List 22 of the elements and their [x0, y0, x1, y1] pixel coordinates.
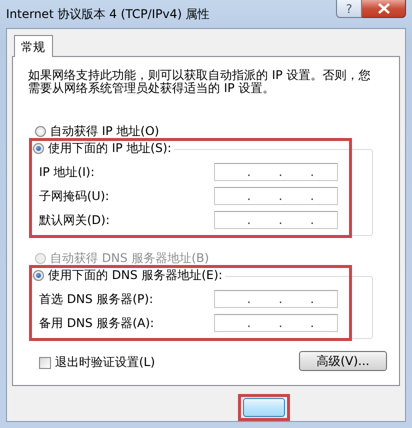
close-icon: [378, 3, 390, 14]
tab[interactable]: 常规: [14, 35, 53, 57]
radio-option[interactable]: 使用下面的 IP 地址(S):: [33, 139, 172, 157]
close-button[interactable]: [362, 0, 406, 18]
field-label: 子网掩码(U):: [39, 188, 110, 204]
radio-option[interactable]: 使用下面的 DNS 服务器地址(E):: [33, 266, 222, 284]
verify-checkbox[interactable]: 退出时验证设置(L): [39, 354, 156, 371]
field-label: 首选 DNS 服务器(P):: [39, 290, 154, 308]
field-label: 备用 DNS 服务器(A):: [39, 314, 156, 332]
description-text: 如果网络支持此功能，则可以获取自动指派的 IP 设置。否则，您需要从网络系统管理员处获得适当的 IP 设置。: [28, 69, 372, 95]
ip-address-field[interactable]: . . .: [214, 290, 338, 308]
field-label: IP 地址(I):: [39, 164, 96, 180]
ip-address-field[interactable]: . . .: [214, 211, 338, 229]
window-title: Internet 协议版本 4 (TCP/IPv4) 属性: [6, 6, 210, 22]
ok-button[interactable]: [243, 398, 285, 417]
ip-address-field[interactable]: . . .: [214, 187, 338, 205]
help-button[interactable]: ?: [336, 0, 362, 18]
advanced-button[interactable]: 高级(V)...: [299, 351, 387, 371]
ip-address-field[interactable]: . . .: [214, 163, 338, 181]
radio-option[interactable]: 自动获得 IP 地址(O): [35, 122, 389, 140]
field-label: 默认网关(D):: [39, 212, 111, 228]
ip-address-field[interactable]: . . .: [214, 314, 338, 332]
